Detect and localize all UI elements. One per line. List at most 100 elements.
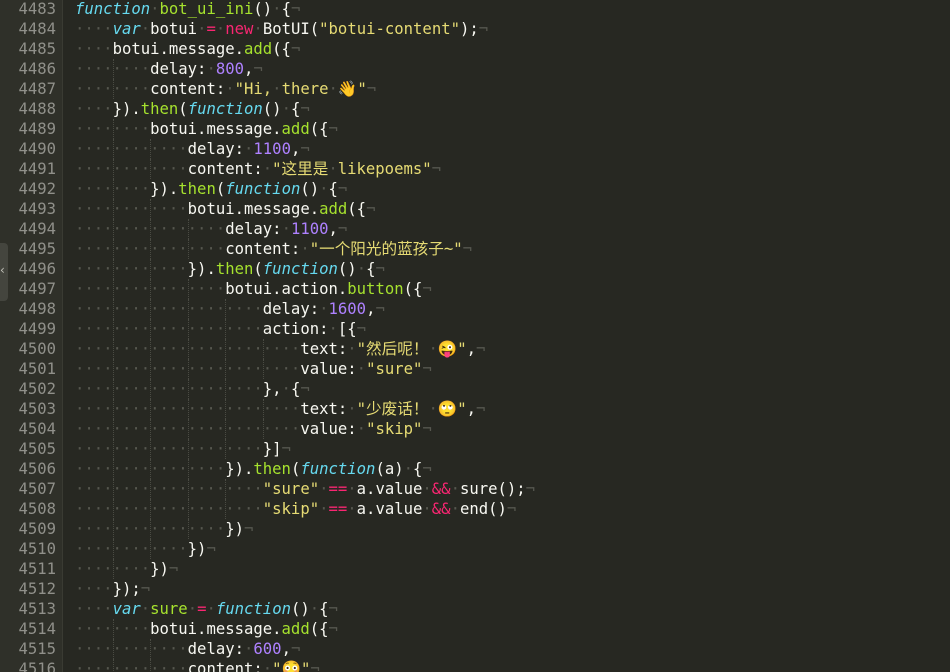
code-token: 1600 (328, 300, 367, 318)
code-line[interactable]: 4491 ············content:·"这里是·likepoems"… (0, 159, 950, 179)
code-token: · (347, 340, 357, 358)
indent-whitespace: ············ (75, 260, 188, 278)
code-token: · (150, 0, 160, 18)
code-token: content: (187, 660, 263, 672)
code-line[interactable]: 4510 ············})¬ (0, 539, 950, 559)
code-line[interactable]: 4497 ················botui.action.button(… (0, 279, 950, 299)
code-line[interactable]: 4494 ················delay:·1100,¬ (0, 219, 950, 239)
code-token: ¬ (506, 500, 517, 518)
code-line[interactable]: 4487 ········content:·"Hi,·there·👋"¬ (0, 79, 950, 99)
code-token: · (328, 80, 338, 98)
code-line[interactable]: 4508 ····················"skip"·==·a.valu… (0, 499, 950, 519)
code-line[interactable]: 4488 ····}).then(function()·{¬ (0, 99, 950, 119)
code-token: then (140, 100, 179, 118)
code-line[interactable]: 4507 ····················"sure"·==·a.valu… (0, 479, 950, 499)
code-token: ( (178, 100, 188, 118)
code-token: · (225, 80, 235, 98)
code-line[interactable]: 4509 ················})¬ (0, 519, 950, 539)
code-token: botui.message. (187, 200, 320, 218)
code-line[interactable]: 4495 ················content:·"一个阳光的蓝孩子~"… (0, 239, 950, 259)
code-token: ¬ (366, 80, 377, 98)
code-line[interactable]: 4499 ····················action:·[{¬ (0, 319, 950, 339)
code-token: BotUI( (262, 20, 320, 38)
indent-whitespace: ················ (75, 280, 226, 298)
code-token: add (319, 200, 348, 218)
code-token: , (290, 140, 301, 158)
line-number: 4506 (18, 460, 56, 478)
code-token: ¬ (478, 20, 489, 38)
indent-whitespace: ············ (75, 540, 188, 558)
code-text: ············content:·"😳"¬ (75, 659, 320, 672)
line-number: 4501 (18, 360, 56, 378)
code-line[interactable]: 4501 ························value:·"sure… (0, 359, 950, 379)
code-line[interactable]: 4485 ····botui.message.add({¬ (0, 39, 950, 59)
line-number: 4507 (18, 480, 56, 498)
code-line[interactable]: 4502 ····················},·{¬ (0, 379, 950, 399)
code-line[interactable]: 4486 ········delay:·800,¬ (0, 59, 950, 79)
code-token: { (290, 100, 301, 118)
code-line[interactable]: 4516 ············content:·"😳"¬ (0, 659, 950, 672)
code-line[interactable]: 4483 function·bot_ui_ini()·{¬ (0, 0, 950, 19)
line-number: 4492 (18, 180, 56, 198)
code-token: action: (262, 320, 329, 338)
code-line[interactable]: 4515 ············delay:·600,¬ (0, 639, 950, 659)
line-number: 4488 (18, 100, 56, 118)
code-line[interactable]: 4511 ········})¬ (0, 559, 950, 579)
code-text: ····}).then(function()·{¬ (75, 99, 310, 119)
indent-whitespace: ························ (75, 400, 301, 418)
code-token: function (225, 180, 301, 198)
code-editor[interactable]: 4483 function·bot_ui_ini()·{¬ 4484 ····var·… (0, 0, 950, 672)
code-text: ····················}]¬ (75, 439, 291, 459)
code-token: = (206, 20, 216, 38)
code-token: { (319, 600, 329, 618)
code-token: · (347, 480, 357, 498)
code-line[interactable]: 4489 ········botui.message.add({¬ (0, 119, 950, 139)
code-token: , (281, 640, 291, 658)
code-token: "😳" (272, 660, 311, 672)
code-lines[interactable]: 4483 function·bot_ui_ini()·{¬ 4484 ····var·… (0, 0, 950, 672)
code-token: · (206, 600, 216, 618)
code-token: botui.message. (150, 620, 282, 638)
code-token: "skip" (366, 420, 423, 438)
code-token: ¬ (422, 280, 432, 298)
code-token: ¬ (356, 320, 367, 338)
code-line[interactable]: 4506 ················}).then(function(a)·… (0, 459, 950, 479)
code-token: end() (459, 500, 507, 518)
code-token: · (450, 480, 460, 498)
code-token: ¬ (328, 620, 338, 638)
indent-whitespace: ············ (75, 160, 188, 178)
code-token: var (112, 20, 141, 38)
code-line[interactable]: 4514 ········botui.message.add({¬ (0, 619, 950, 639)
code-line[interactable]: 4505 ····················}]¬ (0, 439, 950, 459)
line-number: 4513 (18, 600, 56, 618)
code-line[interactable]: 4493 ············botui.message.add({¬ (0, 199, 950, 219)
code-token: "然后呢！ (356, 340, 429, 358)
code-line[interactable]: 4513 ····var·sure·=·function()·{¬ (0, 599, 950, 619)
code-token: · (215, 20, 226, 38)
code-line[interactable]: 4496 ············}).then(function()·{¬ (0, 259, 950, 279)
code-token: 800 (215, 60, 245, 78)
side-panel-toggle[interactable]: ‹ (0, 243, 8, 301)
code-line[interactable]: 4490 ············delay:·1100,¬ (0, 139, 950, 159)
code-line[interactable]: 4498 ····················delay:·1600,¬ (0, 299, 950, 319)
code-text: ························text:·"然后呢！·😜",¬ (75, 339, 485, 359)
line-number: 4498 (18, 300, 56, 318)
code-token: · (422, 500, 432, 518)
line-number: 4493 (18, 200, 56, 218)
code-line[interactable]: 4504 ························value:·"skip… (0, 419, 950, 439)
code-token: ¬ (337, 180, 348, 198)
code-line[interactable]: 4503 ························text:·"少废话！·… (0, 399, 950, 419)
code-token: "少废话！ (356, 400, 429, 418)
code-token: · (281, 220, 291, 238)
indent-whitespace: ···· (75, 40, 113, 58)
code-token: · (428, 340, 438, 358)
code-token: · (328, 160, 338, 178)
code-token: var (112, 600, 141, 618)
line-number: 4484 (18, 20, 56, 38)
code-token: delay: (187, 640, 245, 658)
code-line[interactable]: 4484 ····var·botui·=·new·BotUI("botui-con… (0, 19, 950, 39)
code-text: ····var·sure·=·function()·{¬ (75, 599, 338, 619)
code-line[interactable]: 4512 ····});¬ (0, 579, 950, 599)
code-line[interactable]: 4492 ········}).then(function()·{¬ (0, 179, 950, 199)
code-line[interactable]: 4500 ························text:·"然后呢！·… (0, 339, 950, 359)
